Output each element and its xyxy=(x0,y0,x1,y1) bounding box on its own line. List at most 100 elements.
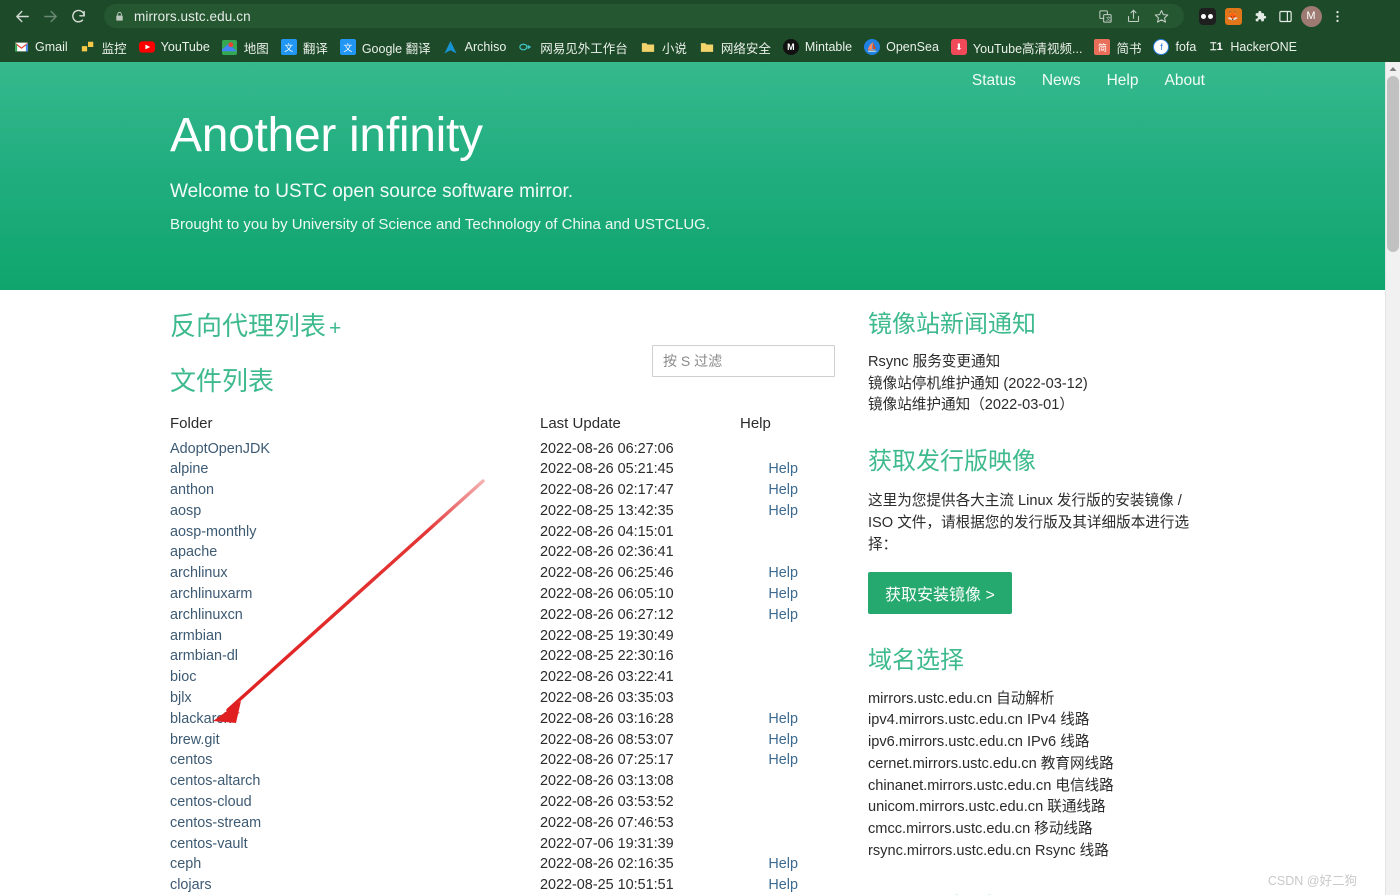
cookie-extension-icon[interactable] xyxy=(1194,3,1220,29)
scrollbar-thumb[interactable] xyxy=(1387,76,1399,252)
folder-link[interactable]: bioc xyxy=(170,669,196,685)
bookmark-wangluoanquan[interactable]: 网络安全 xyxy=(693,35,777,59)
cell-help: Help xyxy=(740,877,810,895)
share-icon[interactable] xyxy=(1120,3,1146,29)
domain-link[interactable]: chinanet.mirrors.ustc.edu.cn 电信线路 xyxy=(868,776,1208,798)
filter-input[interactable] xyxy=(652,344,835,377)
folder-link[interactable]: centos-cloud xyxy=(170,794,252,810)
forward-button[interactable] xyxy=(36,2,64,30)
folder-link[interactable]: anthon xyxy=(170,482,214,498)
page-scrollbar[interactable] xyxy=(1385,62,1400,895)
nav-link-news[interactable]: News xyxy=(1042,72,1081,90)
news-link[interactable]: 镜像站停机维护通知 (2022-03-12) xyxy=(868,374,1208,396)
get-install-image-button[interactable]: 获取安装镜像 > xyxy=(868,571,1012,614)
cell-help xyxy=(740,669,810,690)
folder-link[interactable]: centos-stream xyxy=(170,815,261,831)
extensions-puzzle-icon[interactable] xyxy=(1246,3,1272,29)
column-header-folder[interactable]: Folder xyxy=(170,415,540,441)
side-panel-icon[interactable] xyxy=(1272,3,1298,29)
reload-button[interactable] xyxy=(64,2,92,30)
folder-link[interactable]: apache xyxy=(170,544,217,560)
reverse-proxy-heading[interactable]: 反向代理列表 + xyxy=(170,310,810,343)
bookmark-fofa[interactable]: f fofa xyxy=(1147,35,1202,59)
bookmark-mintable[interactable]: M Mintable xyxy=(777,35,858,59)
bookmarks-bar: Gmail 监控 YouTube 地图 文 翻译 文 Google 翻译 Arc… xyxy=(0,32,1400,62)
folder-link[interactable]: ceph xyxy=(170,856,201,872)
cell-last-update: 2022-08-26 03:35:03 xyxy=(540,690,674,707)
bookmark-youtube-hd[interactable]: ⬇ YouTube高清视频... xyxy=(945,35,1089,59)
domain-link[interactable]: ipv4.mirrors.ustc.edu.cn IPv4 线路 xyxy=(868,710,1208,732)
help-link[interactable]: Help xyxy=(768,711,798,727)
back-button[interactable] xyxy=(8,2,36,30)
help-link[interactable]: Help xyxy=(768,856,798,872)
folder-link[interactable]: alpine xyxy=(170,461,208,477)
translate-doc-icon: 文 xyxy=(280,39,297,55)
bookmark-archiso[interactable]: Archiso xyxy=(437,35,513,59)
help-link[interactable]: Help xyxy=(768,461,798,477)
scroll-up-arrow[interactable] xyxy=(1386,62,1400,76)
folder-link[interactable]: bjlx xyxy=(170,690,192,706)
table-row: apache 2022-08-26 02:36:41 xyxy=(170,544,810,565)
news-link[interactable]: 镜像站维护通知（2022-03-01） xyxy=(868,395,1208,417)
bookmark-label: Google 翻译 xyxy=(361,41,431,56)
help-link[interactable]: Help xyxy=(768,503,798,519)
domain-link[interactable]: cernet.mirrors.ustc.edu.cn 教育网线路 xyxy=(868,754,1208,776)
nav-link-about[interactable]: About xyxy=(1164,72,1205,90)
folder-link[interactable]: armbian xyxy=(170,628,222,644)
folder-link[interactable]: archlinuxcn xyxy=(170,607,243,623)
folder-link[interactable]: blackarch xyxy=(170,711,232,727)
nav-link-status[interactable]: Status xyxy=(972,72,1016,90)
translate-icon[interactable]: 文 xyxy=(1092,3,1118,29)
expand-plus-icon[interactable]: + xyxy=(329,317,341,340)
cell-last-update: 2022-08-26 03:22:41 xyxy=(540,669,674,686)
bookmark-maps[interactable]: 地图 xyxy=(216,35,275,59)
folder-link[interactable]: centos-vault xyxy=(170,836,248,852)
folder-link[interactable]: clojars xyxy=(170,877,212,893)
metamask-extension-icon[interactable]: 🦊 xyxy=(1220,3,1246,29)
domain-link[interactable]: cmcc.mirrors.ustc.edu.cn 移动线路 xyxy=(868,819,1208,841)
domain-link[interactable]: rsync.mirrors.ustc.edu.cn Rsync 线路 xyxy=(868,841,1208,863)
nav-link-help[interactable]: Help xyxy=(1107,72,1139,90)
help-link[interactable]: Help xyxy=(768,586,798,602)
bookmark-gmail[interactable]: Gmail xyxy=(7,35,74,59)
bookmark-jianshu[interactable]: 简 简书 xyxy=(1088,35,1147,59)
column-header-last-update[interactable]: Last Update xyxy=(540,415,740,441)
folder-link[interactable]: archlinuxarm xyxy=(170,586,252,602)
bookmark-label: 地图 xyxy=(243,41,269,56)
folder-link[interactable]: brew.git xyxy=(170,732,220,748)
folder-link[interactable]: armbian-dl xyxy=(170,648,238,664)
bookmark-translate[interactable]: 文 翻译 xyxy=(275,35,334,59)
bookmark-xiaoshuo[interactable]: 小说 xyxy=(634,35,693,59)
folder-link[interactable]: centos-altarch xyxy=(170,773,260,789)
hero-byline: Brought to you by University of Science … xyxy=(170,216,711,233)
chrome-menu-icon[interactable] xyxy=(1324,3,1350,29)
help-link[interactable]: Help xyxy=(768,482,798,498)
bookmark-opensea[interactable]: ⛵ OpenSea xyxy=(858,35,945,59)
bookmark-youtube[interactable]: YouTube xyxy=(133,35,216,59)
bookmark-netease[interactable]: 网易见外工作台 xyxy=(512,35,634,59)
cell-folder: brew.git xyxy=(170,732,540,753)
help-link[interactable]: Help xyxy=(768,877,798,893)
news-link[interactable]: Rsync 服务变更通知 xyxy=(868,352,1208,374)
bookmark-monitor[interactable]: 监控 xyxy=(74,35,133,59)
folder-link[interactable]: aosp xyxy=(170,503,201,519)
profile-avatar[interactable]: M xyxy=(1298,3,1324,29)
folder-link[interactable]: AdoptOpenJDK xyxy=(170,441,270,457)
help-link[interactable]: Help xyxy=(768,565,798,581)
address-bar[interactable]: mirrors.ustc.edu.cn 文 xyxy=(104,4,1184,28)
folder-link[interactable]: aosp-monthly xyxy=(170,524,256,540)
cell-help: Help xyxy=(740,586,810,607)
help-link[interactable]: Help xyxy=(768,732,798,748)
help-link[interactable]: Help xyxy=(768,752,798,768)
folder-link[interactable]: centos xyxy=(170,752,212,768)
help-link[interactable]: Help xyxy=(768,607,798,623)
folder-link[interactable]: archlinux xyxy=(170,565,228,581)
cell-folder: centos-stream xyxy=(170,815,540,836)
domain-link[interactable]: unicom.mirrors.ustc.edu.cn 联通线路 xyxy=(868,797,1208,819)
domain-link[interactable]: ipv6.mirrors.ustc.edu.cn IPv6 线路 xyxy=(868,732,1208,754)
bookmark-hackerone[interactable]: ⌶1 HackerONE xyxy=(1202,35,1303,59)
bookmark-google-translate[interactable]: 文 Google 翻译 xyxy=(334,35,437,59)
lock-icon[interactable] xyxy=(114,10,125,23)
bookmark-star-icon[interactable] xyxy=(1148,3,1174,29)
domain-link[interactable]: mirrors.ustc.edu.cn 自动解析 xyxy=(868,689,1208,711)
